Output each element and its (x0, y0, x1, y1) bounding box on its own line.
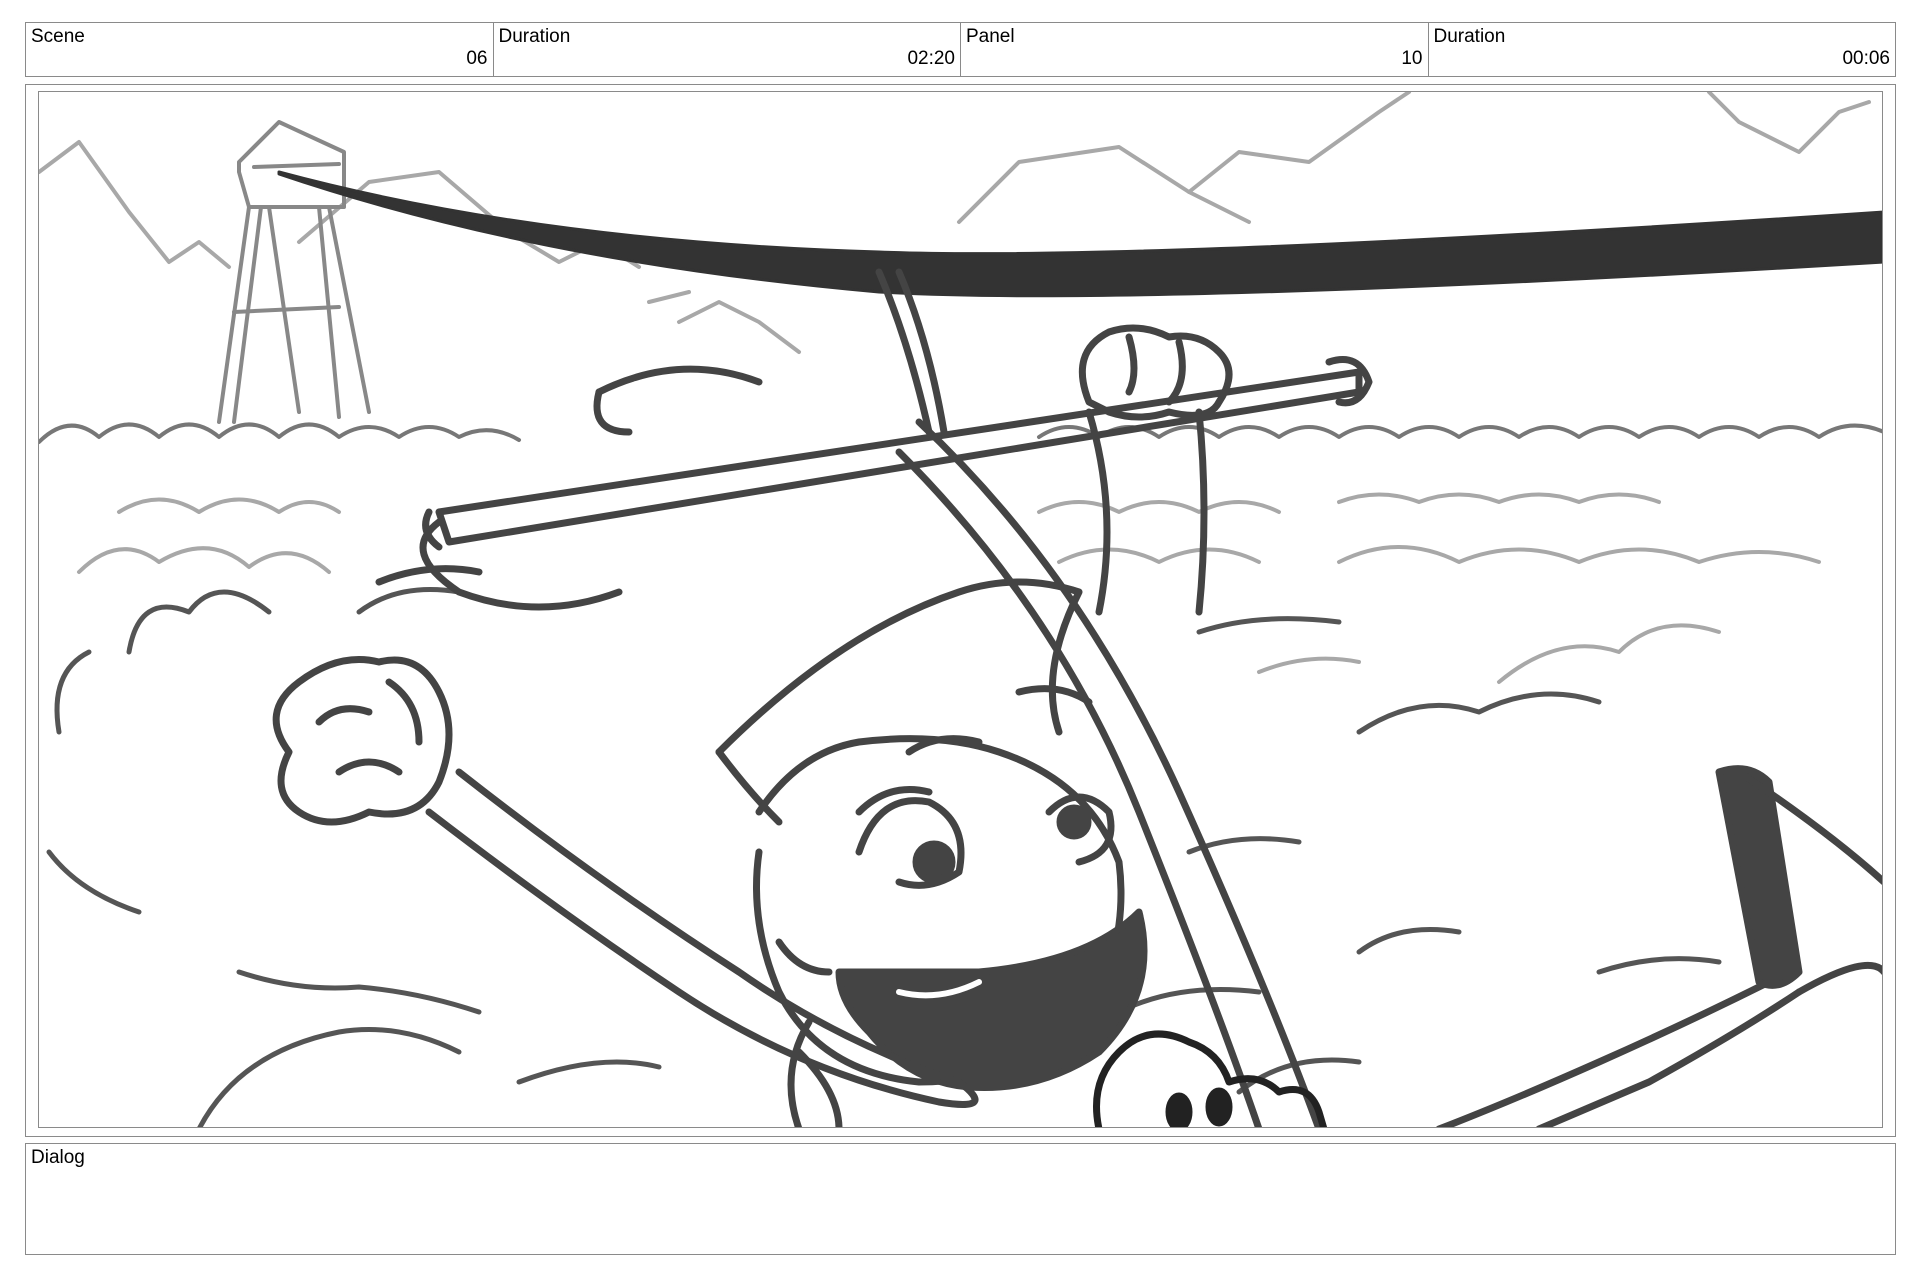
scene-duration-cell: Duration 02:20 (494, 23, 961, 76)
scene-label: Scene (31, 26, 85, 47)
scene-duration-label: Duration (498, 26, 571, 47)
panel-label: Panel (966, 26, 1015, 47)
scene-cell: Scene 06 (26, 23, 494, 76)
storyboard-header: Scene 06 Duration 02:20 Panel 10 Duratio… (25, 22, 1896, 77)
panel-duration-label: Duration (1433, 26, 1506, 47)
raised-fist (272, 656, 453, 826)
panel-value: 10 (1401, 48, 1423, 69)
panel-duration-cell: Duration 00:06 (1429, 23, 1896, 76)
panel-cell: Panel 10 (961, 23, 1429, 76)
dialog-label: Dialog (31, 1147, 85, 1168)
scene-duration-value: 02:20 (907, 48, 955, 69)
storyboard-drawing (39, 92, 1882, 1127)
dialog-box: Dialog (25, 1143, 1896, 1255)
water-tower (217, 120, 371, 424)
storyboard-panel (38, 91, 1883, 1128)
far-clouds (77, 492, 1821, 684)
raised-arm (425, 768, 979, 1108)
scene-value: 06 (466, 48, 488, 69)
mouth (835, 908, 1148, 1092)
zip-line (277, 170, 1882, 298)
right-handle (1436, 765, 1882, 1127)
panel-frame (25, 84, 1896, 1137)
background-mountains (39, 92, 1871, 354)
panel-duration-value: 00:06 (1842, 48, 1890, 69)
